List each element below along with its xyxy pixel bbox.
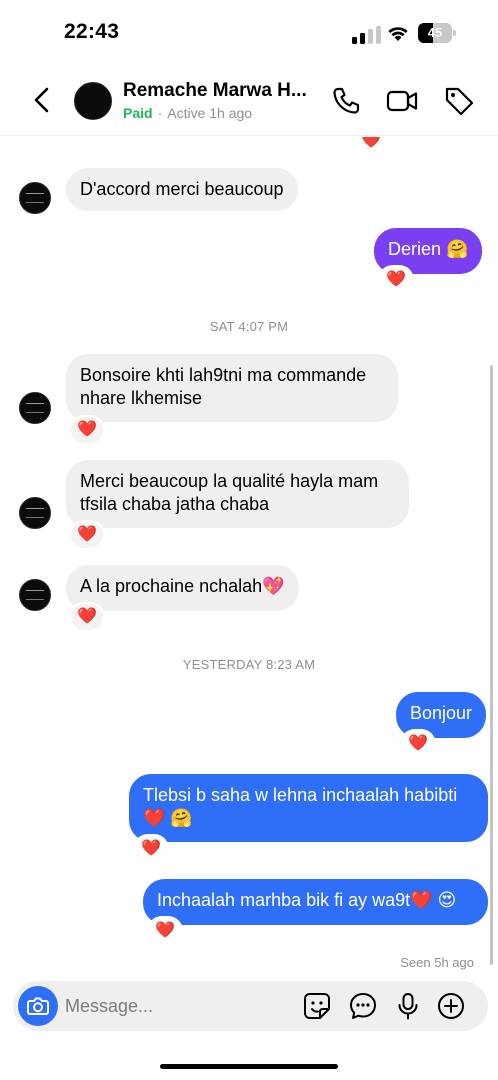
wifi-icon	[388, 27, 408, 41]
home-indicator[interactable]	[160, 1064, 338, 1069]
outgoing-message[interactable]: Inchaalah marhba bik fi ay wa9t❤️ 😍	[143, 879, 488, 925]
camera-button[interactable]	[18, 986, 58, 1026]
active-status: Active 1h ago	[167, 105, 253, 121]
chat-bubble-icon[interactable]	[348, 991, 378, 1021]
plus-circle-icon[interactable]	[436, 991, 466, 1021]
seen-receipt: Seen 5h ago	[400, 955, 474, 970]
sender-avatar[interactable]	[19, 182, 51, 214]
incoming-message[interactable]: A la prochaine nchalah💖	[66, 565, 299, 611]
message-input[interactable]	[65, 981, 295, 1031]
date-separator: YESTERDAY 8:23 AM	[182, 657, 316, 672]
incoming-message[interactable]: Merci beaucoup la qualité hayla mam tfsi…	[66, 460, 409, 528]
tag-icon[interactable]	[442, 84, 476, 118]
heart-reaction[interactable]: ❤️	[71, 522, 103, 548]
outgoing-message[interactable]: Tlebsi b saha w lehna inchaalah habibti …	[129, 774, 488, 842]
microphone-icon[interactable]	[393, 991, 423, 1021]
contact-name[interactable]: Remache Marwa H...	[123, 80, 319, 102]
camera-icon	[27, 997, 49, 1015]
heart-reaction[interactable]: ❤️	[355, 137, 387, 154]
sticker-icon[interactable]	[302, 991, 332, 1021]
status-time: 22:43	[64, 20, 120, 43]
contact-avatar[interactable]	[74, 82, 112, 120]
chat-header: Remache Marwa H... Paid · Active 1h ago	[0, 66, 498, 136]
battery-level-text: 45	[427, 25, 443, 40]
sender-avatar[interactable]	[19, 392, 51, 424]
cellular-signal-icon	[352, 26, 381, 44]
phone-icon[interactable]	[329, 84, 363, 118]
status-separator: ·	[157, 105, 163, 121]
heart-reaction[interactable]: ❤️	[135, 836, 167, 862]
sender-avatar[interactable]	[19, 579, 51, 611]
heart-reaction[interactable]: ❤️	[402, 731, 434, 757]
heart-reaction[interactable]: ❤️	[149, 918, 181, 944]
battery-indicator: 45	[418, 23, 456, 43]
chevron-left-icon[interactable]	[28, 84, 56, 116]
video-camera-icon[interactable]	[385, 84, 419, 118]
paid-label: Paid	[123, 105, 153, 121]
incoming-message[interactable]: D'accord merci beaucoup	[66, 168, 298, 211]
heart-reaction[interactable]: ❤️	[71, 417, 103, 443]
date-separator: SAT 4:07 PM	[209, 319, 289, 334]
status-bar: 22:43 45	[0, 0, 498, 66]
contact-status: Paid · Active 1h ago	[123, 105, 252, 121]
heart-reaction[interactable]: ❤️	[71, 604, 103, 630]
sender-avatar[interactable]	[19, 497, 51, 529]
message-composer	[13, 981, 488, 1031]
heart-reaction[interactable]: ❤️	[380, 267, 412, 293]
incoming-message[interactable]: Bonsoire khti lah9tni ma commande nhare …	[66, 354, 398, 422]
message-thread[interactable]: ❤️ D'accord merci beaucoup Derien 🤗 ❤️ S…	[0, 137, 498, 977]
